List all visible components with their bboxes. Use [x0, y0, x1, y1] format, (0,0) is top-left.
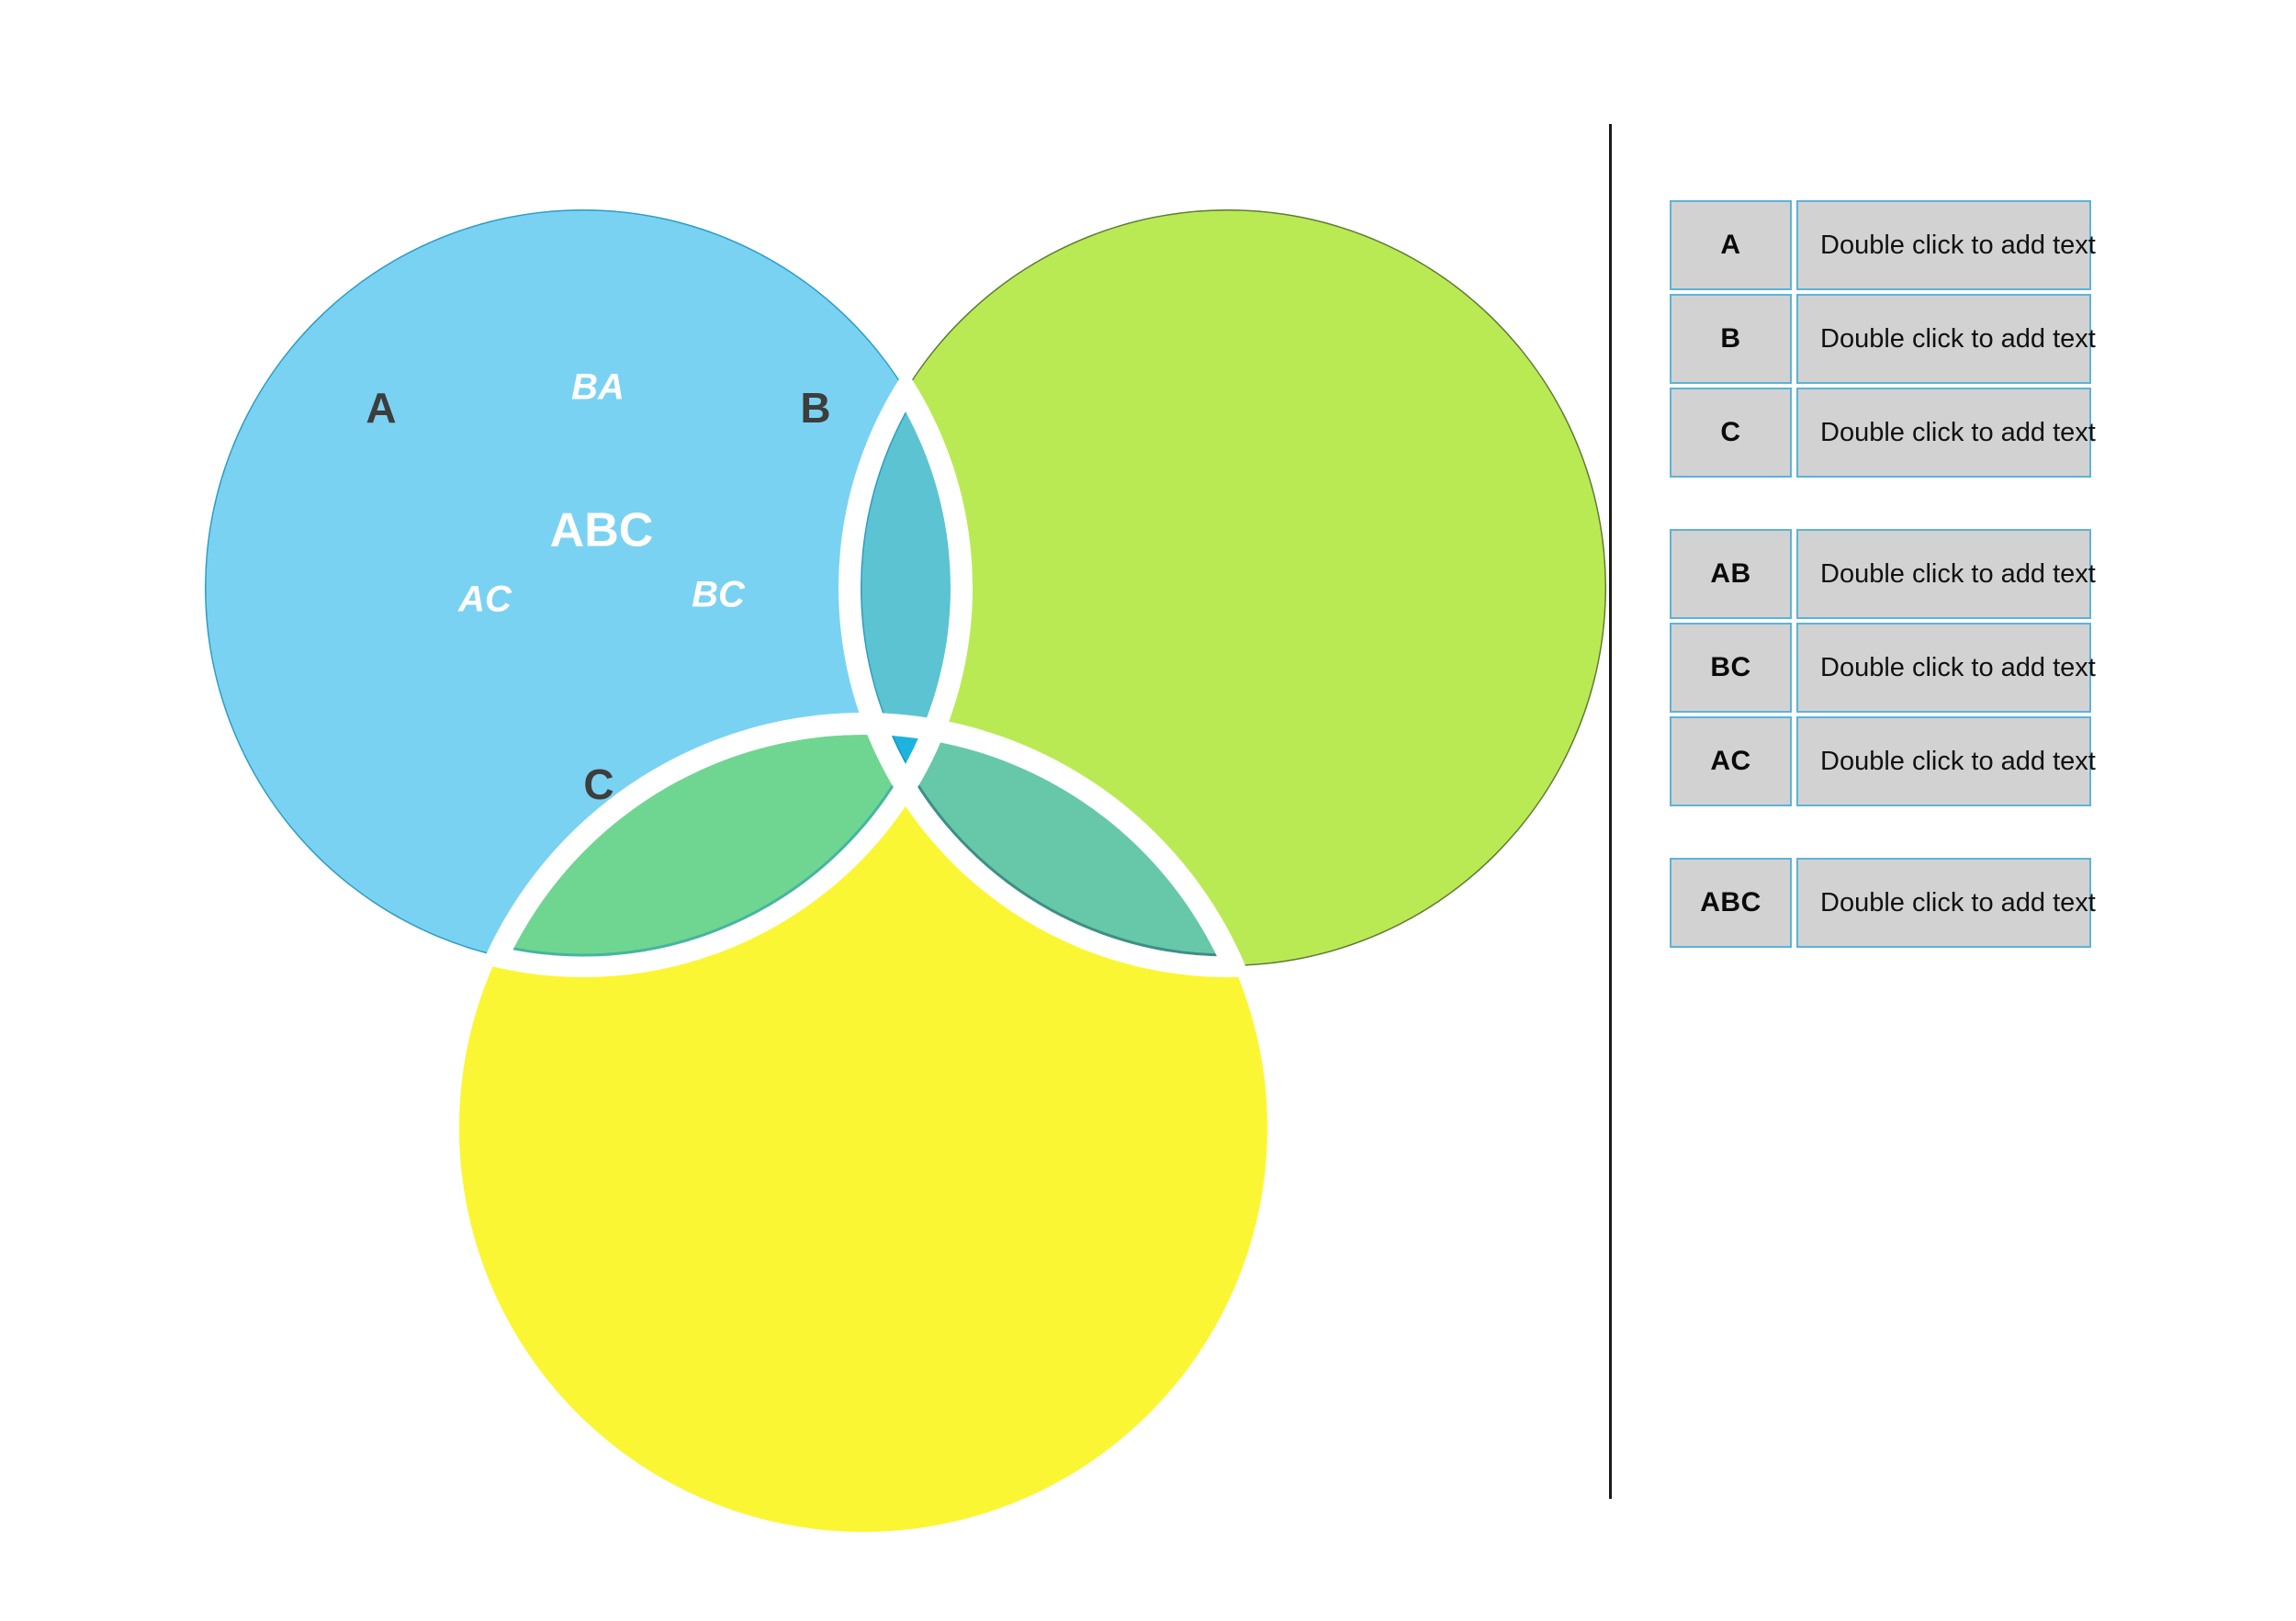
venn-svg: A B C BA AC BC ABC [0, 0, 1616, 1621]
panel-divider [1609, 124, 1612, 1499]
legend-value-abc[interactable]: Double click to add text [1796, 858, 2096, 948]
legend-panel: A Double click to add text B Double clic… [1670, 200, 2147, 948]
legend-row: B Double click to add text [1670, 294, 2147, 384]
legend-group-triple-intersection: ABC Double click to add text [1670, 858, 2147, 948]
legend-row: A Double click to add text [1670, 200, 2147, 290]
legend-row: AB Double click to add text [1670, 529, 2147, 619]
legend-key-a[interactable]: A [1670, 200, 1792, 290]
label-ac: AC [457, 580, 512, 620]
legend-key-c[interactable]: C [1670, 388, 1792, 478]
label-c: C [583, 760, 613, 808]
venn-diagram-canvas: A B C BA AC BC ABC [0, 0, 1616, 1621]
label-b: B [800, 384, 830, 432]
legend-key-ac[interactable]: AC [1670, 716, 1792, 806]
legend-value-bc[interactable]: Double click to add text [1796, 623, 2096, 713]
legend-group-pair-intersections: AB Double click to add text BC Double cl… [1670, 529, 2147, 806]
label-a: A [366, 384, 396, 432]
label-abc: ABC [550, 504, 654, 557]
legend-key-bc[interactable]: BC [1670, 623, 1792, 713]
legend-key-ab[interactable]: AB [1670, 529, 1792, 619]
label-ba: BA [571, 367, 625, 408]
legend-key-b[interactable]: B [1670, 294, 1792, 384]
legend-value-ac[interactable]: Double click to add text [1796, 716, 2096, 806]
legend-key-abc[interactable]: ABC [1670, 858, 1792, 948]
legend-value-ab[interactable]: Double click to add text [1796, 529, 2096, 619]
legend-row: AC Double click to add text [1670, 716, 2147, 806]
label-bc: BC [692, 575, 746, 615]
region-c[interactable] [459, 724, 1267, 1532]
legend-row: ABC Double click to add text [1670, 858, 2147, 948]
legend-group-single-sets: A Double click to add text B Double clic… [1670, 200, 2147, 478]
legend-value-b[interactable]: Double click to add text [1796, 294, 2096, 384]
legend-value-a[interactable]: Double click to add text [1796, 200, 2096, 290]
legend-value-c[interactable]: Double click to add text [1796, 388, 2096, 478]
legend-row: BC Double click to add text [1670, 623, 2147, 713]
legend-row: C Double click to add text [1670, 388, 2147, 478]
